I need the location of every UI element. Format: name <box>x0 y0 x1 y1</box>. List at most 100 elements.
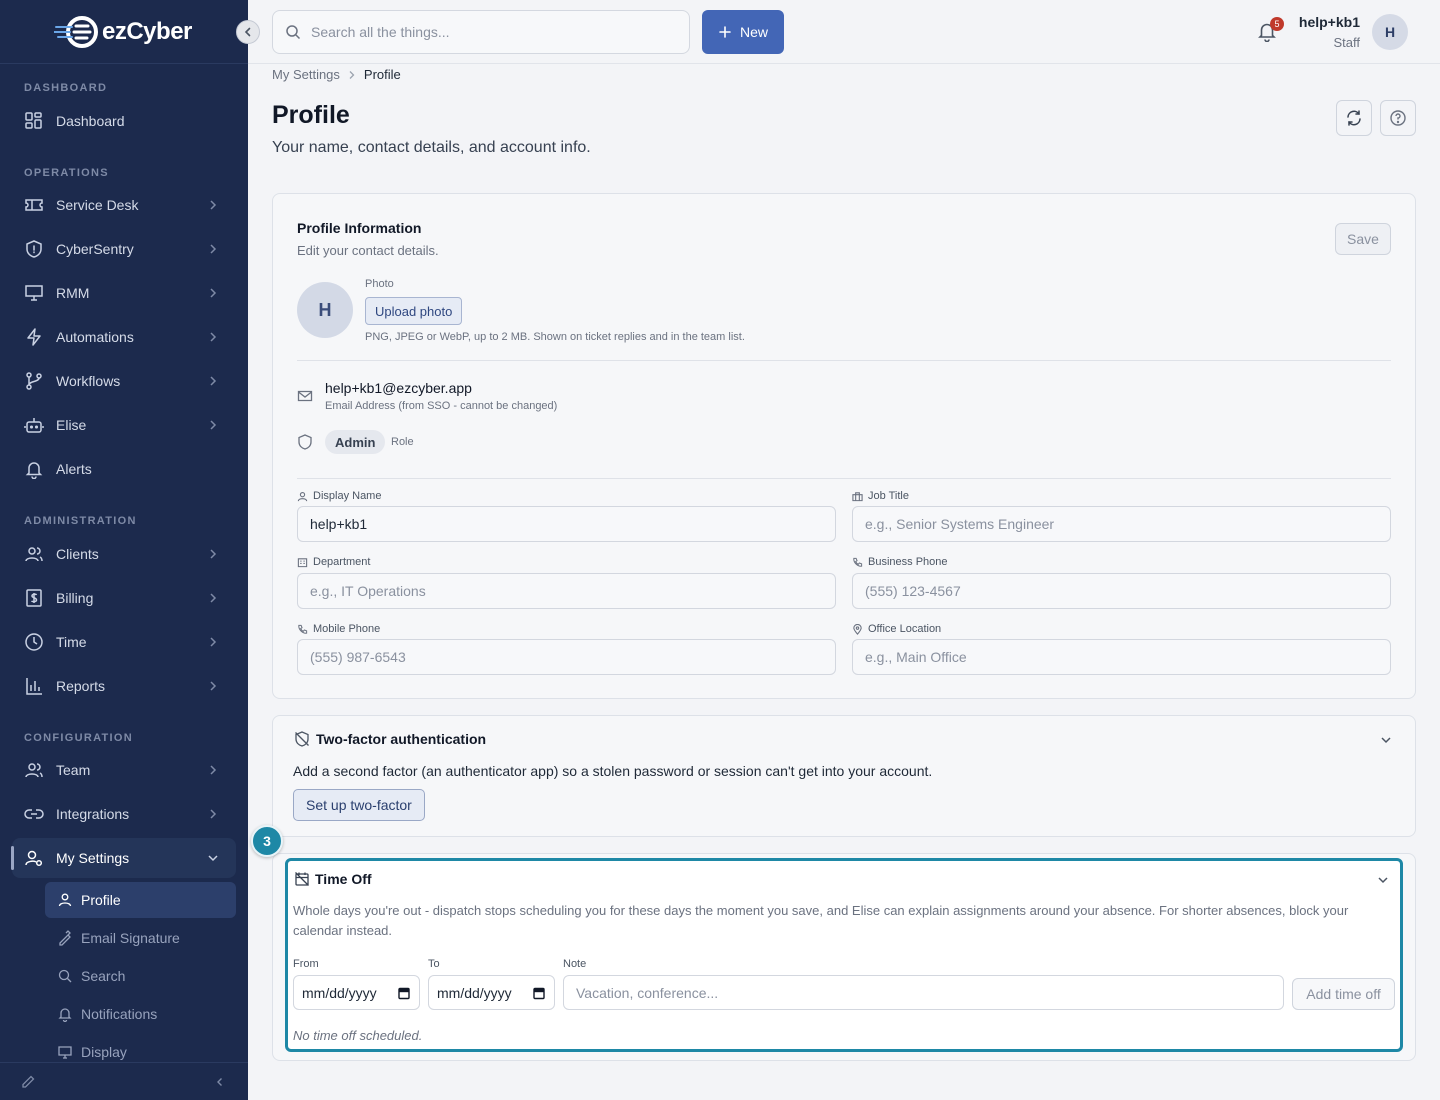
sidebar-item-label: Time <box>56 634 87 650</box>
sub-item-notifications[interactable]: Notifications <box>45 996 236 1032</box>
time-off-title: Time Off <box>315 871 372 887</box>
field-label-text: Department <box>313 556 371 568</box>
brand-name: ezCyber <box>102 17 192 45</box>
sidebar-item-clients[interactable]: Clients <box>12 534 236 574</box>
two-factor-title: Two-factor authentication <box>316 731 487 747</box>
breadcrumb: My Settings Profile <box>272 67 401 82</box>
sub-item-label: Notifications <box>81 1006 158 1022</box>
ezcyber-logo-icon <box>54 15 100 49</box>
to-date-input[interactable]: mm/dd/yyyy <box>428 975 555 1010</box>
search-icon <box>286 25 301 40</box>
robot-icon <box>24 418 44 433</box>
calendar-off-icon <box>295 872 309 886</box>
sub-item-profile[interactable]: Profile <box>45 882 236 918</box>
two-factor-card: Two-factor authentication Add a second f… <box>272 715 1416 837</box>
sidebar-item-dashboard[interactable]: Dashboard <box>12 101 236 141</box>
chevron-left-icon <box>244 27 251 37</box>
chevron-down-icon <box>208 855 218 862</box>
chevron-right-icon <box>210 681 217 691</box>
office-location-input[interactable] <box>852 639 1391 675</box>
signature-icon <box>59 930 71 946</box>
sidebar-item-label: Reports <box>56 678 106 694</box>
monitor-icon <box>25 285 43 301</box>
chevron-right-icon <box>349 70 355 79</box>
profile-avatar: H <box>297 282 353 338</box>
sidebar-item-automations[interactable]: Automations <box>12 317 236 357</box>
chevron-down-icon[interactable] <box>1379 733 1393 747</box>
sidebar-item-team[interactable]: Team <box>12 750 236 790</box>
note-input[interactable] <box>563 975 1284 1010</box>
calendar-icon[interactable] <box>532 986 546 1000</box>
department-input[interactable] <box>297 573 836 609</box>
clock-icon <box>25 633 43 651</box>
chevron-right-icon <box>210 809 217 819</box>
set-up-two-factor-button[interactable]: Set up two-factor <box>293 789 425 821</box>
sidebar-item-service-desk[interactable]: Service Desk <box>12 185 236 225</box>
sidebar-item-rmm[interactable]: RMM <box>12 273 236 313</box>
sidebar-footer <box>0 1062 248 1100</box>
email-address: help+kb1@ezcyber.app <box>325 380 472 396</box>
sidebar: ezCyber DASHBOARD OPERATIONS ADMINISTRAT… <box>0 0 260 1100</box>
save-button[interactable]: Save <box>1335 223 1391 255</box>
role-badge: Admin <box>325 430 386 454</box>
add-time-off-button[interactable]: Add time off <box>1292 978 1395 1010</box>
breadcrumb-current: Profile <box>363 67 401 82</box>
sidebar-item-reports[interactable]: Reports <box>12 666 236 706</box>
sub-item-email-signature[interactable]: Email Signature <box>45 920 236 956</box>
sidebar-item-label: Automations <box>56 329 134 345</box>
search-input[interactable] <box>311 24 671 40</box>
search-icon <box>58 969 72 983</box>
breadcrumb-parent[interactable]: My Settings <box>272 67 340 82</box>
sidebar-item-time[interactable]: Time <box>12 622 236 662</box>
building-icon <box>297 557 308 567</box>
sidebar-item-my-settings[interactable]: My Settings <box>11 838 236 878</box>
sidebar-item-label: Clients <box>56 546 99 562</box>
sidebar-item-alerts[interactable]: Alerts <box>12 449 236 489</box>
upload-photo-button[interactable]: Upload photo <box>365 297 463 325</box>
job-title-input[interactable] <box>852 506 1391 542</box>
sub-item-search[interactable]: Search <box>45 958 236 994</box>
plus-icon <box>719 26 731 38</box>
brand-logo[interactable]: ezCyber <box>0 0 260 64</box>
chevron-right-icon <box>210 376 217 386</box>
sidebar-item-integrations[interactable]: Integrations <box>12 794 236 834</box>
time-off-description: Whole days you're out - dispatch stops s… <box>293 903 1349 938</box>
new-button[interactable]: New <box>702 10 784 54</box>
mobile-phone-input[interactable] <box>297 639 836 675</box>
refresh-button[interactable] <box>1336 100 1372 136</box>
time-off-card: Time Off Whole days you're out - dispatc… <box>285 858 1403 1052</box>
display-name-input[interactable] <box>297 506 836 542</box>
section-administration: ADMINISTRATION <box>24 515 137 527</box>
card-title: Profile Information <box>297 220 422 236</box>
user-avatar[interactable]: H <box>1372 14 1408 50</box>
sidebar-item-label: Alerts <box>56 461 92 477</box>
photo-hint: PNG, JPEG or WebP, up to 2 MB. Shown on … <box>365 331 745 343</box>
sidebar-item-label: RMM <box>56 285 90 301</box>
from-date-input[interactable]: mm/dd/yyyy <box>293 975 420 1010</box>
sidebar-item-label: CyberSentry <box>56 241 134 257</box>
office-location-label: Office Location <box>852 623 941 635</box>
business-phone-input[interactable] <box>852 573 1391 609</box>
sidebar-item-billing[interactable]: Billing <box>12 578 236 618</box>
pencil-icon[interactable] <box>20 1074 36 1090</box>
grid-icon <box>25 112 42 129</box>
notifications-button[interactable]: 5 <box>1256 17 1284 44</box>
lightning-icon <box>27 328 41 346</box>
user-name: help+kb1 <box>1298 14 1360 30</box>
sidebar-item-elise[interactable]: Elise <box>12 405 236 445</box>
calendar-icon[interactable] <box>397 986 411 1000</box>
to-date-placeholder: mm/dd/yyyy <box>437 984 512 1001</box>
notification-count-badge: 5 <box>1270 17 1284 31</box>
chevron-left-icon[interactable] <box>214 1076 226 1088</box>
help-button[interactable] <box>1380 100 1416 136</box>
sidebar-item-label: Team <box>56 762 91 778</box>
sidebar-item-label: Elise <box>56 417 87 433</box>
divider <box>297 478 1391 479</box>
sidebar-item-workflows[interactable]: Workflows <box>12 361 236 401</box>
to-label: To <box>428 958 440 970</box>
collapse-sidebar-button[interactable] <box>236 20 260 44</box>
chevron-down-icon[interactable] <box>1376 873 1390 887</box>
global-search[interactable] <box>272 10 690 54</box>
sidebar-item-cybersentry[interactable]: CyberSentry <box>12 229 236 269</box>
user-role: Staff <box>1333 35 1360 50</box>
